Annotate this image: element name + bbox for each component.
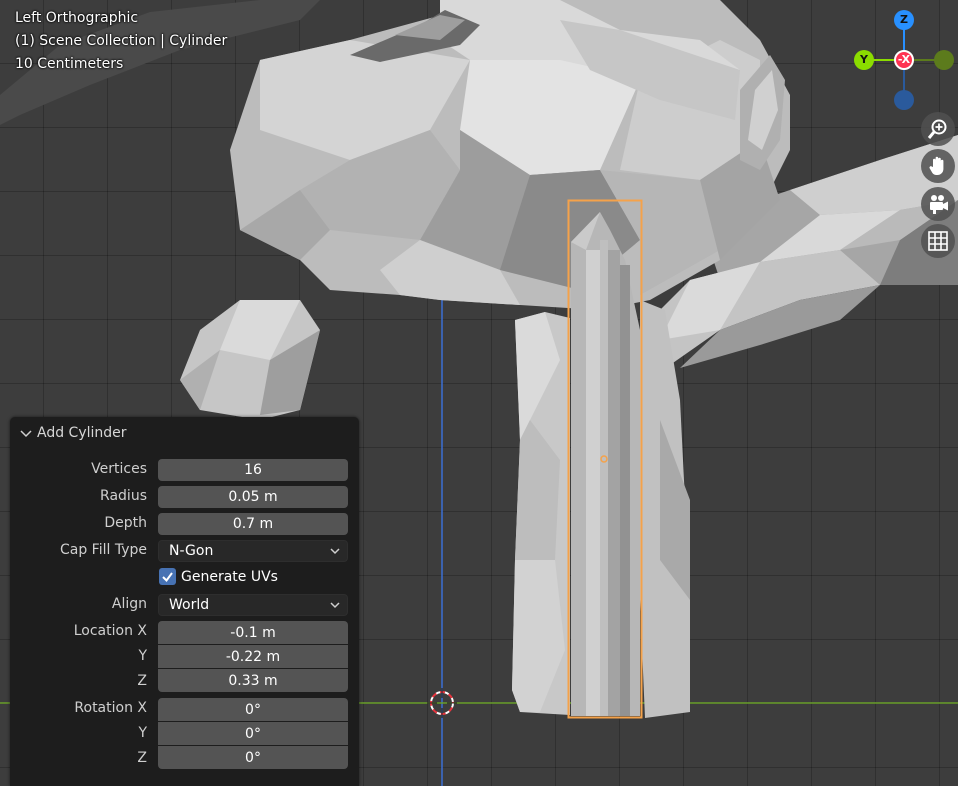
panel-title: Add Cylinder [37,425,127,441]
generate-uvs-checkbox[interactable] [159,568,176,585]
zoom-button[interactable] [921,112,955,146]
rotation-x-label: Rotation X [74,700,147,716]
panel-header[interactable]: Add Cylinder [10,417,359,449]
hand-pan-icon [929,156,944,175]
chevron-down-icon [330,602,340,609]
align-label: Align [111,596,147,612]
vertices-field[interactable]: 16 [158,459,348,481]
rotation-y-field[interactable]: 0° [158,722,348,745]
cap-fill-type-label: Cap Fill Type [59,542,147,558]
3d-viewport[interactable]: Left Orthographic (1) Scene Collection |… [0,0,958,786]
chevron-down-icon [20,430,32,438]
cap-fill-type-dropdown[interactable]: N-Gon [158,540,348,562]
scale-info: 10 Centimeters [15,56,124,72]
checkmark-icon [162,572,173,583]
rotation-x-field[interactable]: 0° [158,698,348,721]
gizmo-z-axis[interactable]: Z [894,10,914,30]
gizmo-neg-x-axis[interactable]: -X [894,50,914,70]
location-z-label: Z [137,673,147,689]
depth-label: Depth [104,515,147,531]
navigation-gizmo[interactable]: Z Y -X [850,8,958,113]
gizmo-neg-y-axis[interactable] [934,50,954,70]
rotation-z-label: Z [137,750,147,766]
depth-field[interactable]: 0.7 m [158,513,348,535]
camera-icon [930,195,948,214]
chevron-down-icon [330,548,340,555]
grid-icon [928,231,948,251]
cap-fill-type-value: N-Gon [169,543,214,559]
location-y-field[interactable]: -0.22 m [158,645,348,668]
radius-label: Radius [100,488,147,504]
rotation-y-label: Y [138,725,147,741]
gizmo-y-axis[interactable]: Y [854,50,874,70]
camera-view-button[interactable] [921,187,955,221]
ortho-toggle-button[interactable] [921,224,955,258]
location-x-field[interactable]: -0.1 m [158,621,348,644]
location-y-label: Y [138,648,147,664]
collection-info: (1) Scene Collection | Cylinder [15,33,228,49]
gizmo-neg-z-axis[interactable] [894,90,914,110]
align-dropdown[interactable]: World [158,594,348,616]
location-x-label: Location X [73,623,147,639]
location-z-field[interactable]: 0.33 m [158,669,348,692]
view-name: Left Orthographic [15,10,139,26]
generate-uvs-row[interactable]: Generate UVs [159,568,278,585]
generate-uvs-label: Generate UVs [181,568,278,585]
rotation-z-field[interactable]: 0° [158,746,348,769]
radius-field[interactable]: 0.05 m [158,486,348,508]
pan-button[interactable] [921,149,955,183]
add-cylinder-panel[interactable]: Add Cylinder Vertices 16 Radius 0.05 m D… [10,417,359,786]
vertices-label: Vertices [91,461,147,477]
zoom-icon [927,119,947,139]
align-value: World [169,597,210,613]
